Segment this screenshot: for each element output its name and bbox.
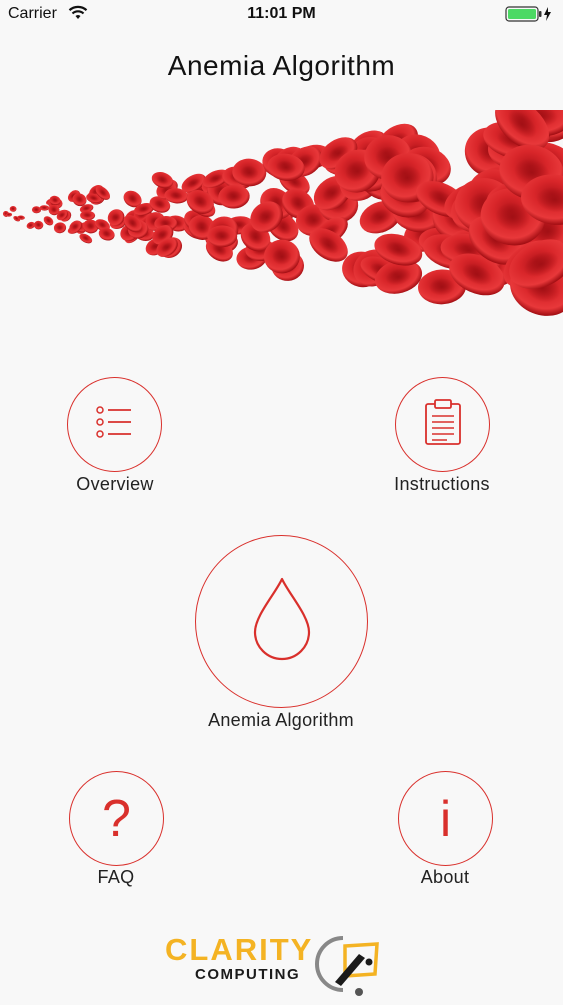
list-icon bbox=[95, 404, 135, 445]
faq-button[interactable]: ? bbox=[69, 771, 164, 866]
blood-cell bbox=[33, 220, 44, 230]
instructions-button[interactable] bbox=[395, 377, 490, 472]
about-label[interactable]: About bbox=[370, 867, 520, 888]
anemia-algorithm-button[interactable] bbox=[195, 535, 368, 708]
blood-cell bbox=[43, 216, 54, 226]
logo-clarity-text: CLARITY bbox=[165, 932, 314, 967]
blood-drop-icon bbox=[251, 576, 313, 667]
blood-cell bbox=[207, 225, 238, 248]
question-mark-icon: ? bbox=[102, 789, 131, 848]
battery-icon bbox=[505, 6, 553, 27]
clock: 11:01 PM bbox=[247, 5, 316, 22]
status-bar: Carrier 11:01 PM bbox=[0, 0, 563, 30]
blood-cell bbox=[53, 222, 67, 234]
clipboard-icon bbox=[423, 398, 463, 451]
faq-label[interactable]: FAQ bbox=[41, 867, 191, 888]
logo-computing-text: COMPUTING bbox=[195, 966, 301, 983]
overview-label[interactable]: Overview bbox=[40, 474, 190, 495]
clarity-computing-logo: CLARITY COMPUTING bbox=[165, 932, 400, 1000]
page-title: Anemia Algorithm bbox=[167, 50, 396, 81]
anemia-algorithm-label[interactable]: Anemia Algorithm bbox=[156, 710, 406, 731]
blood-cells-banner bbox=[0, 87, 563, 340]
overview-button[interactable] bbox=[67, 377, 162, 472]
blood-cell bbox=[9, 205, 17, 212]
instructions-label[interactable]: Instructions bbox=[367, 474, 517, 495]
logo-emblem-icon bbox=[315, 932, 395, 1005]
info-icon: i bbox=[439, 790, 452, 847]
about-button[interactable]: i bbox=[398, 771, 493, 866]
